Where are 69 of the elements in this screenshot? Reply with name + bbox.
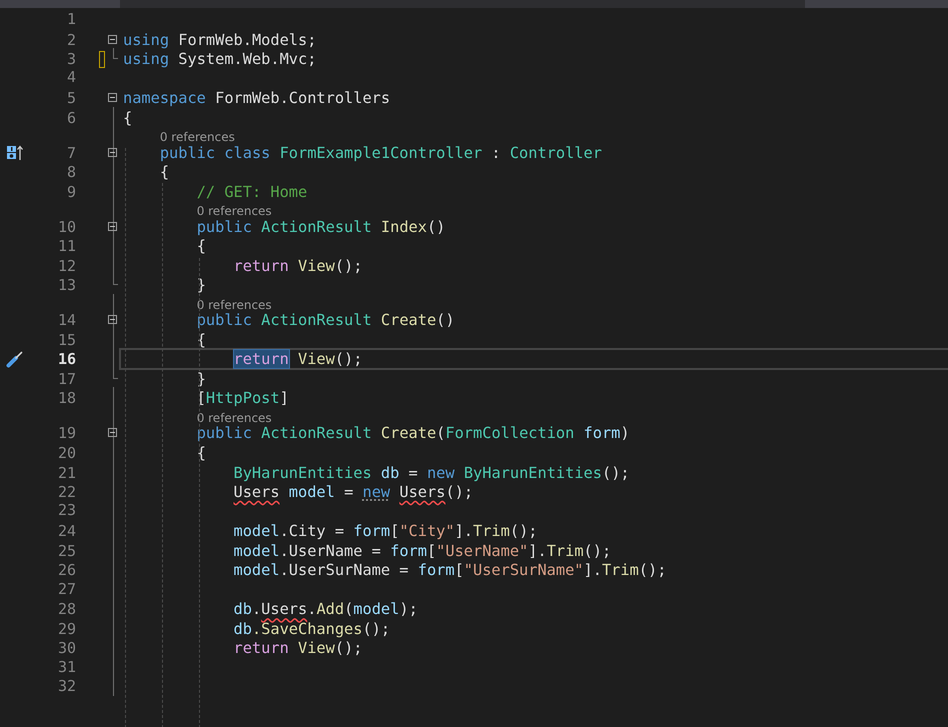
- line-number: 20: [58, 444, 76, 462]
- references-link[interactable]: 0 references: [196, 204, 272, 218]
- collapse-toggle[interactable]: [108, 93, 117, 102]
- line-number: 19: [58, 424, 76, 442]
- code-line: return View();: [232, 256, 362, 275]
- code-line: ByHarunEntities db = new ByHarunEntities();: [232, 464, 630, 482]
- code-line: {: [196, 330, 206, 349]
- line-number: 27: [58, 580, 76, 598]
- collapse-toggle[interactable]: [108, 428, 117, 438]
- code-line: }: [196, 276, 206, 294]
- code-line: public ActionResult Index(): [196, 218, 446, 236]
- code-line: {: [196, 237, 206, 256]
- line-number: 18: [58, 389, 76, 408]
- line-number: 15: [58, 330, 76, 349]
- line-number: 14: [58, 311, 76, 330]
- class-diagram-icon[interactable]: [6, 144, 24, 161]
- line-number: 22: [58, 483, 76, 502]
- line-number: 17: [58, 370, 76, 388]
- line-number: 26: [58, 561, 76, 580]
- code-line: using System.Web.Mvc;: [123, 50, 316, 68]
- line-number: 16: [58, 350, 76, 368]
- line-number: 24: [58, 522, 76, 540]
- line-number: 32: [58, 677, 76, 696]
- collapse-toggle[interactable]: [108, 148, 117, 157]
- code-line: [HttpPost]: [196, 389, 289, 408]
- line-number: 30: [58, 639, 76, 658]
- line-number: 10: [58, 218, 76, 236]
- line-number: 12: [58, 256, 76, 275]
- line-number: 11: [58, 237, 76, 256]
- line-number: 25: [58, 542, 76, 560]
- code-line: namespace FormWeb.Controllers: [123, 89, 390, 108]
- line-number: 3: [66, 50, 76, 68]
- code-line: public ActionResult Create(FormCollection form): [196, 424, 630, 442]
- line-number: 1: [66, 10, 76, 28]
- code-line: {: [123, 108, 132, 127]
- code-line: public ActionResult Create(): [196, 311, 455, 330]
- line-number: 5: [66, 89, 76, 108]
- line-number: 7: [66, 144, 76, 162]
- line-number: 8: [66, 163, 76, 182]
- screwdriver-icon[interactable]: [6, 350, 24, 368]
- line-number: 4: [66, 68, 76, 86]
- line-number: 23: [58, 501, 76, 520]
- code-line: return View();: [232, 639, 362, 658]
- code-line: db.SaveChanges();: [232, 620, 390, 638]
- references-link[interactable]: 0 references: [196, 298, 272, 312]
- collapse-toggle[interactable]: [108, 315, 117, 324]
- line-number: 21: [58, 464, 76, 482]
- code-line: model.City = form["City"].Trim();: [232, 522, 538, 540]
- code-line: Users model = new Users();: [232, 483, 474, 502]
- line-number: 13: [58, 276, 76, 294]
- code-line: db.Users.Add(model);: [232, 600, 418, 618]
- code-line: using FormWeb.Models;: [123, 30, 316, 49]
- code-line: {: [196, 444, 206, 462]
- code-line: public class FormExample1Controller : Controller: [158, 144, 602, 162]
- line-number: 28: [58, 600, 76, 618]
- code-line: {: [158, 163, 170, 182]
- collapse-toggle[interactable]: [108, 222, 117, 231]
- code-line: model.UserName = form["UserName"].Trim();: [232, 542, 612, 560]
- code-line: // GET: Home: [196, 182, 308, 201]
- references-link[interactable]: 0 references: [160, 130, 235, 144]
- code-line: model.UserSurName = form["UserSurName"].Trim();: [232, 561, 666, 580]
- line-number: 29: [58, 620, 76, 638]
- code-line: return View();: [232, 350, 362, 368]
- line-number: 9: [66, 182, 76, 201]
- code-line: }: [196, 370, 206, 388]
- line-number: 6: [66, 108, 76, 127]
- line-number: 2: [66, 30, 76, 49]
- line-number: 31: [58, 658, 76, 676]
- collapse-toggle[interactable]: [108, 34, 117, 44]
